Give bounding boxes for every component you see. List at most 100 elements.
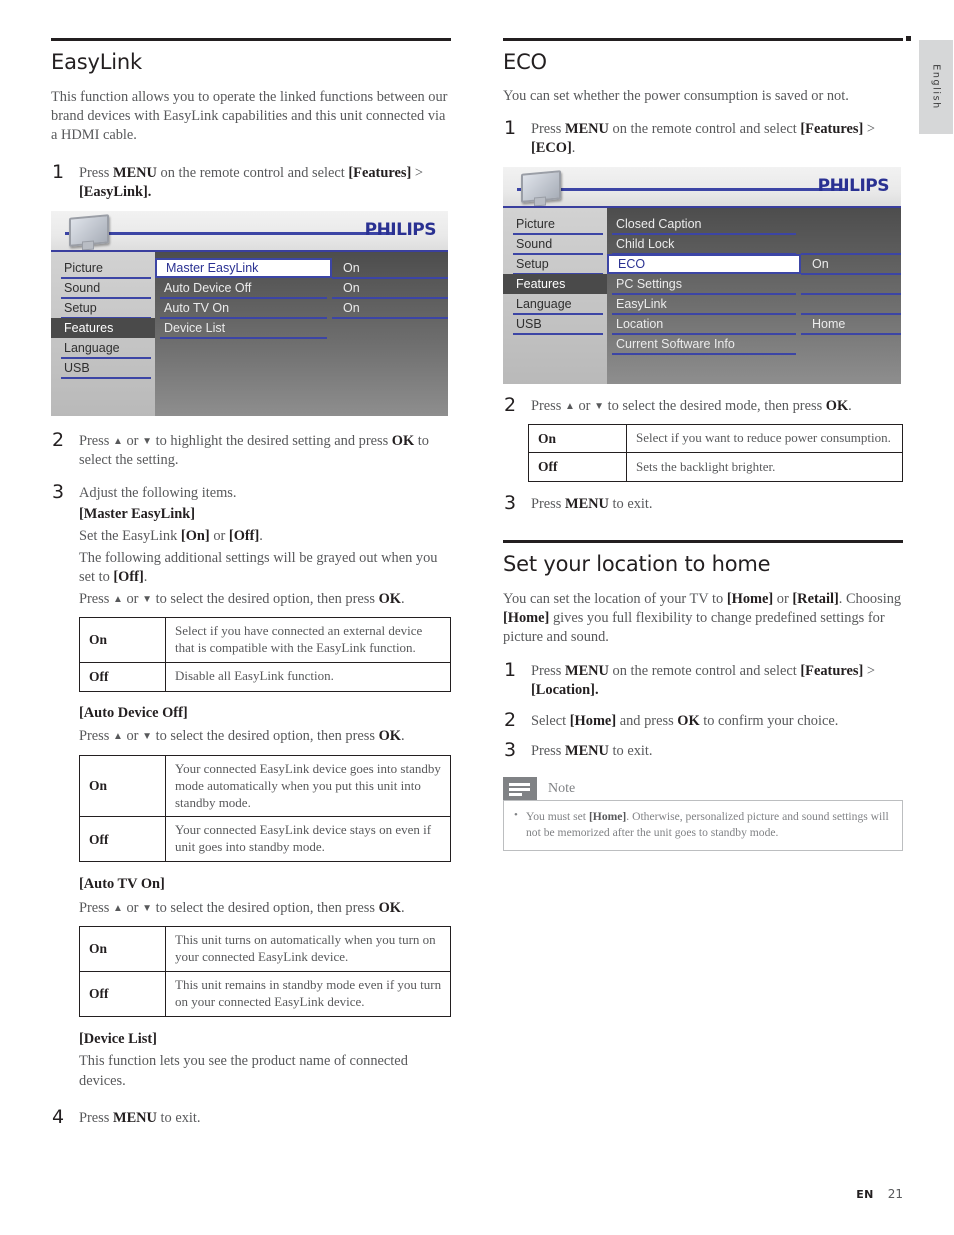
osd-body: Picture Sound Setup Features Language US…	[51, 251, 448, 416]
step-text: Select [Home] and press OK to confirm yo…	[531, 713, 838, 729]
osd-submenu-child-lock[interactable]: Child Lock	[607, 234, 801, 255]
device-list-text: This function lets you see the product n…	[79, 1053, 408, 1090]
easylink-step-4: 4 Press MENU to exit.	[51, 1106, 451, 1128]
step-number: 3	[52, 481, 65, 504]
osd-menu-item-usb[interactable]: USB	[503, 314, 607, 335]
option-desc: This unit remains in standby mode even i…	[165, 971, 451, 1017]
text-part: gives you full flexibility to change pre…	[503, 610, 885, 646]
step-text-part: Select	[531, 712, 570, 729]
step-text-part: on the remote control and select	[608, 662, 801, 679]
step-text: Press MENU on the remote control and sel…	[531, 121, 875, 156]
osd-menu-item-language[interactable]: Language	[51, 338, 155, 359]
section-rule-location	[503, 539, 903, 543]
osd-menu-item-setup[interactable]: Setup	[503, 254, 607, 275]
osd-menu-item-features[interactable]: Features	[503, 273, 607, 294]
option-key: On	[528, 423, 627, 454]
down-arrow-icon: ▼	[142, 731, 152, 743]
osd-submenu-auto-device-off[interactable]: Auto Device Off	[155, 278, 332, 299]
retail-keyword: [Retail]	[792, 591, 839, 608]
language-tab: English	[919, 40, 953, 134]
tv-icon	[517, 169, 561, 207]
osd-value-current-software-info	[801, 334, 901, 354]
step-lead-text: Adjust the following items.	[79, 485, 237, 502]
osd-header: PHILIPS	[503, 166, 901, 208]
osd-menu-item-usb[interactable]: USB	[51, 358, 155, 379]
location-step-3: 3 Press MENU to exit.	[503, 739, 903, 761]
step-number: 1	[52, 160, 65, 183]
left-column: EasyLink This function allows you to ope…	[51, 38, 451, 1128]
step-text-part: to exit.	[156, 1109, 201, 1126]
step-text-part: Press	[79, 432, 113, 449]
eco-keyword: [ECO]	[531, 140, 572, 157]
osd-submenu-location[interactable]: Location	[607, 314, 801, 335]
text-part: .	[259, 527, 263, 544]
table-row: Off Your connected EasyLink device stays…	[79, 816, 451, 863]
osd-value-auto-device-off: On	[332, 278, 448, 299]
option-desc: Select if you want to reduce power consu…	[626, 423, 903, 454]
step-text: Press ▲ or ▼ to select the desired mode,…	[531, 398, 852, 414]
osd-submenu-device-list[interactable]: Device List	[155, 318, 332, 339]
home-keyword: [Home]	[726, 591, 774, 608]
osd-menu-item-language[interactable]: Language	[503, 294, 607, 315]
step-number: 4	[52, 1105, 65, 1128]
text-part: or	[122, 899, 143, 916]
osd-submenu-current-software-info[interactable]: Current Software Info	[607, 334, 801, 355]
master-easylink-heading-text: [Master EasyLink]	[79, 506, 196, 523]
location-step-1: 1 Press MENU on the remote control and s…	[503, 659, 903, 700]
down-arrow-icon: ▼	[142, 435, 152, 447]
table-row: Off Disable all EasyLink function.	[79, 662, 451, 692]
master-easylink-heading: [Master EasyLink]	[79, 505, 451, 525]
press-instruction-auto-tv-on: Press ▲ or ▼ to select the desired optio…	[79, 899, 451, 919]
step-text-part: >	[863, 662, 875, 679]
osd-submenu-master-easylink[interactable]: Master EasyLink	[155, 257, 332, 278]
corner-mark	[906, 36, 911, 41]
menu-keyword: MENU	[112, 1109, 157, 1126]
osd-menu-item-picture[interactable]: Picture	[503, 214, 607, 235]
text-part: . Choosing	[838, 591, 902, 608]
text-part: .	[400, 590, 405, 607]
table-row: On Your connected EasyLink device goes i…	[79, 754, 451, 818]
eco-step-1: 1 Press MENU on the remote control and s…	[503, 117, 903, 158]
text-part: You must set	[526, 810, 589, 824]
down-arrow-icon: ▼	[142, 593, 152, 605]
tv-icon	[65, 214, 109, 251]
osd-menu-item-sound[interactable]: Sound	[503, 234, 607, 255]
osd-value-master-easylink: On	[332, 258, 448, 279]
step-text-part: Press	[531, 495, 565, 512]
easylink-step-3: 3 Adjust the following items. [Master Ea…	[51, 481, 451, 610]
osd-submenu-auto-tv-on[interactable]: Auto TV On	[155, 298, 332, 319]
option-desc: Your connected EasyLink device stays on …	[165, 816, 451, 863]
home-keyword: [Home]	[569, 712, 617, 729]
eco-intro: You can set whether the power consumptio…	[503, 88, 849, 105]
step-text-part: to confirm your choice.	[699, 712, 839, 729]
osd-left-menu: Picture Sound Setup Features Language US…	[51, 251, 155, 416]
device-list-heading-text: [Device List]	[79, 1030, 157, 1047]
osd-value-device-list	[332, 318, 448, 338]
language-tab-label: English	[930, 64, 942, 110]
osd-value-eco: On	[801, 254, 901, 275]
step-text: Press MENU to exit.	[79, 1110, 201, 1126]
osd-menu-item-setup[interactable]: Setup	[51, 298, 155, 319]
osd-menu-item-features[interactable]: Features	[51, 317, 155, 338]
press-instruction-master: Press ▲ or ▼ to select the desired optio…	[79, 590, 451, 610]
option-key: On	[79, 617, 166, 664]
auto-device-off-options-table: On Your connected EasyLink device goes i…	[79, 754, 451, 863]
up-arrow-icon: ▲	[564, 400, 575, 412]
table-row: On Select if you want to reduce power co…	[528, 423, 903, 454]
text-part: or	[209, 527, 229, 544]
text-part: Press	[79, 899, 113, 916]
osd-menu-item-sound[interactable]: Sound	[51, 278, 155, 299]
osd-submenu-closed-caption[interactable]: Closed Caption	[607, 214, 801, 235]
note-bullet: You must set [Home]. Otherwise, personal…	[514, 808, 892, 841]
osd-submenu-eco[interactable]: ECO	[607, 253, 801, 274]
osd-submenu-easylink[interactable]: EasyLink	[607, 294, 801, 315]
auto-device-off-block: [Auto Device Off] Press ▲ or ▼ to select…	[79, 704, 451, 747]
osd-submenu-pc-settings[interactable]: PC Settings	[607, 274, 801, 295]
auto-device-off-heading: [Auto Device Off]	[79, 704, 451, 724]
option-desc: Your connected EasyLink device goes into…	[165, 754, 451, 818]
menu-keyword: MENU	[564, 662, 609, 679]
ok-keyword: OK	[378, 590, 401, 607]
osd-menu-item-picture[interactable]: Picture	[51, 258, 155, 279]
philips-logo: PHILIPS	[364, 219, 437, 240]
up-arrow-icon: ▲	[112, 731, 123, 743]
